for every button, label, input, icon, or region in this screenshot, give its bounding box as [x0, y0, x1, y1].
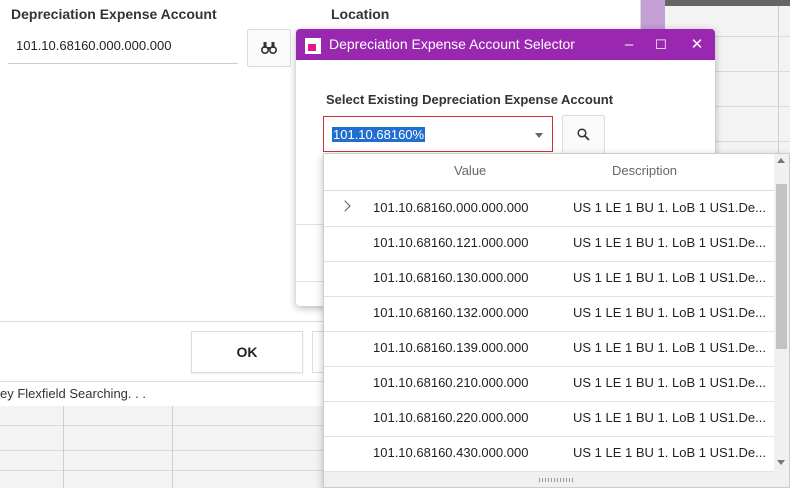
list-item[interactable]: 101.10.68160.132.000.000 US 1 LE 1 BU 1.…	[324, 296, 774, 332]
row-description: US 1 LE 1 BU 1. LoB 1 US1.De...	[573, 200, 766, 215]
vertical-scrollbar[interactable]	[774, 154, 789, 472]
value-column-header[interactable]: Value	[454, 154, 486, 188]
account-combo-box[interactable]: 101.10.68160%	[323, 116, 553, 152]
row-description: US 1 LE 1 BU 1. LoB 1 US1.De...	[573, 410, 766, 425]
maximize-button[interactable]: ☐	[644, 29, 678, 60]
row-description: US 1 LE 1 BU 1. LoB 1 US1.De...	[573, 305, 766, 320]
row-description: US 1 LE 1 BU 1. LoB 1 US1.De...	[573, 445, 766, 460]
depreciation-account-label: Depreciation Expense Account	[11, 6, 217, 22]
row-value: 101.10.68160.210.000.000	[373, 375, 529, 390]
list-item[interactable]: 101.10.68160.430.000.000 US 1 LE 1 BU 1.…	[324, 436, 774, 472]
combo-value[interactable]: 101.10.68160%	[332, 127, 426, 142]
list-item[interactable]: 101.10.68160.121.000.000 US 1 LE 1 BU 1.…	[324, 226, 774, 262]
side-tab	[638, 0, 665, 30]
account-dropdown-list: Value Description 101.10.68160.000.000.0…	[323, 153, 790, 488]
row-value: 101.10.68160.000.000.000	[373, 200, 529, 215]
row-value: 101.10.68160.130.000.000	[373, 270, 529, 285]
row-description: US 1 LE 1 BU 1. LoB 1 US1.De...	[573, 340, 766, 355]
scrollbar-thumb[interactable]	[776, 184, 787, 349]
horizontal-scrollbar[interactable]	[324, 472, 789, 487]
dialog-title-bar[interactable]: Depreciation Expense Account Selector – …	[296, 29, 715, 60]
binoculars-icon	[261, 42, 277, 54]
depreciation-account-field[interactable]: 101.10.68160.000.000.000	[8, 30, 238, 64]
list-item[interactable]: 101.10.68160.139.000.000 US 1 LE 1 BU 1.…	[324, 331, 774, 367]
select-account-label: Select Existing Depreciation Expense Acc…	[326, 92, 614, 107]
account-search-button[interactable]	[247, 29, 291, 67]
row-value: 101.10.68160.139.000.000	[373, 340, 529, 355]
list-item[interactable]: 101.10.68160.000.000.000 US 1 LE 1 BU 1.…	[324, 191, 774, 227]
list-item[interactable]: 101.10.68160.130.000.000 US 1 LE 1 BU 1.…	[324, 261, 774, 297]
close-button[interactable]: ✕	[680, 29, 714, 60]
row-description: US 1 LE 1 BU 1. LoB 1 US1.De...	[573, 235, 766, 250]
search-icon	[577, 128, 590, 141]
resize-grip-icon[interactable]	[539, 478, 575, 482]
list-item[interactable]: 101.10.68160.220.000.000 US 1 LE 1 BU 1.…	[324, 401, 774, 437]
row-value: 101.10.68160.220.000.000	[373, 410, 529, 425]
row-value: 101.10.68160.121.000.000	[373, 235, 529, 250]
row-value: 101.10.68160.430.000.000	[373, 445, 529, 460]
ok-button[interactable]: OK	[191, 331, 303, 373]
description-column-header[interactable]: Description	[612, 154, 677, 188]
search-button[interactable]	[562, 115, 605, 154]
minimize-button[interactable]: –	[612, 29, 646, 60]
chevron-right-icon[interactable]	[339, 200, 351, 212]
row-description: US 1 LE 1 BU 1. LoB 1 US1.De...	[573, 270, 766, 285]
location-label: Location	[331, 6, 390, 22]
dialog-title: Depreciation Expense Account Selector	[329, 36, 575, 52]
scroll-down-icon[interactable]	[777, 460, 785, 465]
app-icon	[305, 38, 321, 54]
top-bar	[665, 0, 790, 6]
list-item[interactable]: 101.10.68160.210.000.000 US 1 LE 1 BU 1.…	[324, 366, 774, 402]
dropdown-header: Value Description	[324, 154, 774, 191]
chevron-down-icon[interactable]	[535, 133, 543, 138]
scroll-up-icon[interactable]	[777, 158, 785, 163]
row-value: 101.10.68160.132.000.000	[373, 305, 529, 320]
row-description: US 1 LE 1 BU 1. LoB 1 US1.De...	[573, 375, 766, 390]
